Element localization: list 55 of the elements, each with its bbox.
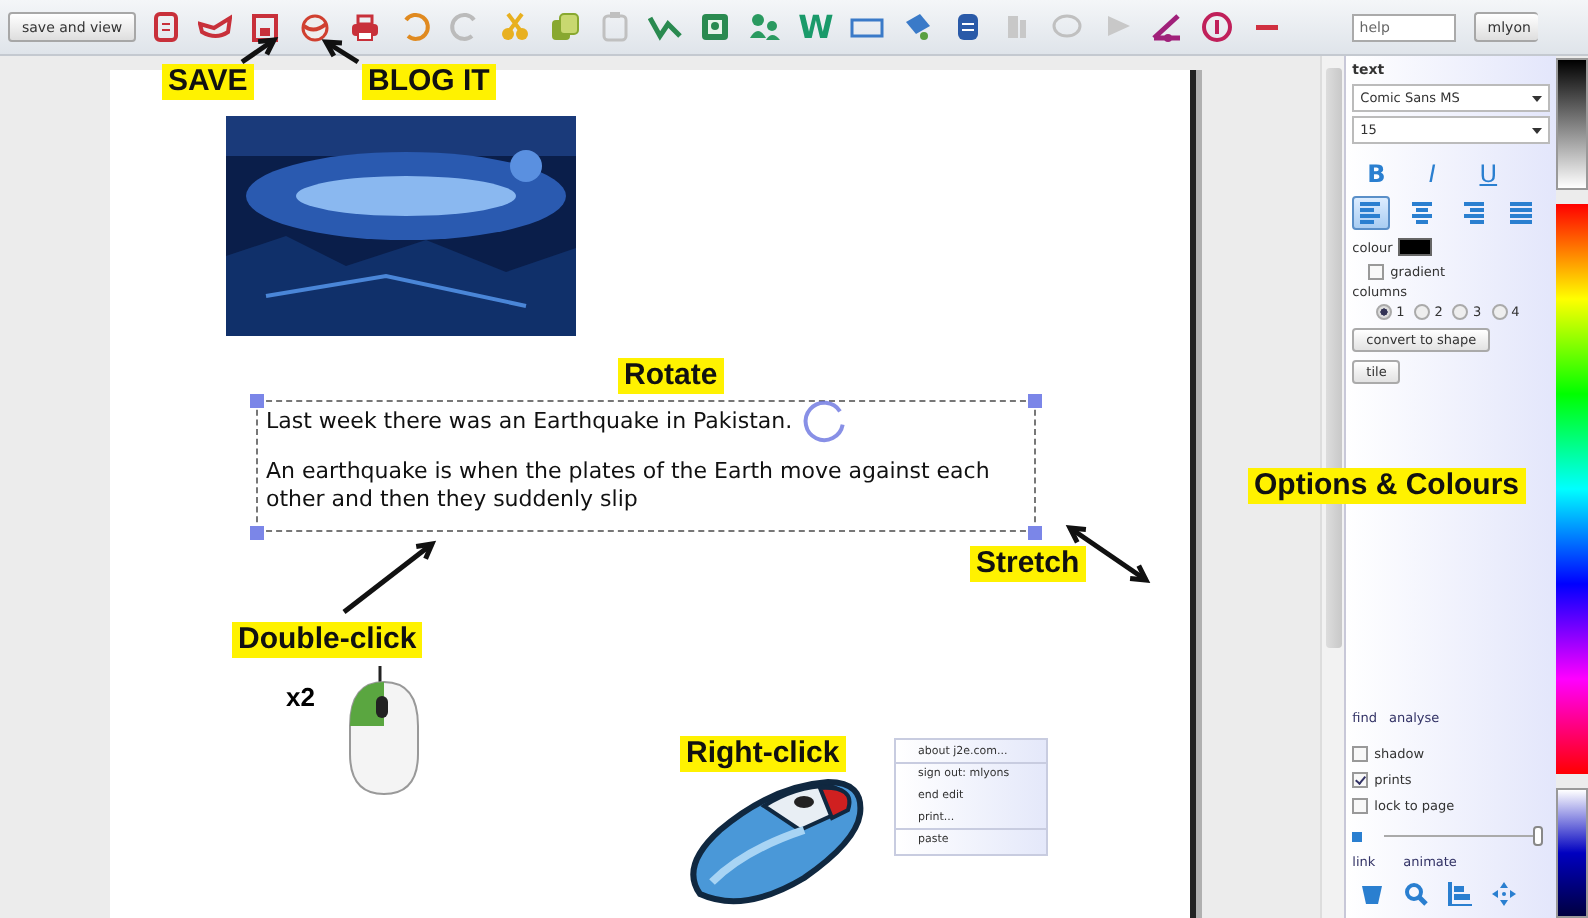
move-icon[interactable] <box>1492 882 1517 906</box>
checkbox[interactable] <box>1352 746 1369 762</box>
angle-icon[interactable] <box>1149 10 1184 44</box>
rotate-icon[interactable] <box>800 398 848 446</box>
colour-swatch[interactable] <box>1398 238 1433 256</box>
shade-palette[interactable] <box>1556 788 1588 918</box>
shoe-icon[interactable] <box>198 10 233 44</box>
paragraph: Last week there was an Earthquake in Pakistan. <box>266 408 793 436</box>
mouse-drawing <box>344 666 424 798</box>
picture-icon[interactable] <box>698 10 733 44</box>
pointer-arrow <box>321 39 360 65</box>
annotation-label: Right-click <box>680 736 846 772</box>
pointer-arrow <box>342 540 437 614</box>
checkbox[interactable] <box>1352 798 1369 814</box>
align-icon <box>1459 202 1484 224</box>
text-style-button[interactable]: U <box>1468 160 1509 188</box>
greyscale-palette[interactable] <box>1556 58 1588 190</box>
resize-handle[interactable] <box>1028 394 1042 408</box>
annotation-label: Stretch <box>970 546 1086 582</box>
resize-handle[interactable] <box>250 394 264 408</box>
radio-button[interactable] <box>1491 304 1508 320</box>
paragraph: An earthquake is when the plates of the Earth move against each other and then they suddenly slip <box>266 458 992 514</box>
checkbox[interactable] <box>1352 772 1369 788</box>
resize-handle[interactable] <box>1028 526 1042 540</box>
slider-thumb[interactable] <box>1533 826 1544 846</box>
text-style-button[interactable]: B <box>1356 160 1397 188</box>
annotation-label: SAVE <box>162 64 254 100</box>
radio-button[interactable] <box>1414 304 1431 320</box>
pointer-arrow <box>240 37 279 65</box>
dropdown-arrow-icon <box>1532 95 1543 101</box>
print-icon[interactable] <box>348 10 383 44</box>
annotation-label: Rotate <box>618 358 724 394</box>
checkbox[interactable] <box>1368 264 1385 280</box>
radio-button[interactable] <box>1376 304 1393 320</box>
copy-icon[interactable] <box>548 10 583 44</box>
bucket-icon[interactable] <box>1360 882 1385 906</box>
search-icon[interactable] <box>1404 882 1429 906</box>
info-icon[interactable] <box>1199 10 1234 44</box>
align-icon <box>1359 202 1384 224</box>
click-count: x2 <box>286 682 315 712</box>
align-icon <box>1409 202 1434 224</box>
colour-palette[interactable] <box>1556 204 1588 774</box>
dropdown-arrow-icon <box>1532 127 1543 133</box>
align-button[interactable] <box>1352 196 1391 230</box>
annotation-label: BLOG IT <box>362 64 496 100</box>
document-icon[interactable] <box>148 10 183 44</box>
align-objects-icon[interactable] <box>1448 882 1473 906</box>
resize-handle[interactable] <box>250 526 264 540</box>
save-icon[interactable] <box>248 10 283 44</box>
people-icon[interactable] <box>748 10 783 44</box>
align-icon <box>1509 202 1534 224</box>
annotation-label: Double-click <box>232 622 423 658</box>
text-style-button[interactable]: I <box>1412 160 1453 188</box>
radio-button[interactable] <box>1452 304 1469 320</box>
annotation-label: Options & Colours <box>1248 468 1525 504</box>
